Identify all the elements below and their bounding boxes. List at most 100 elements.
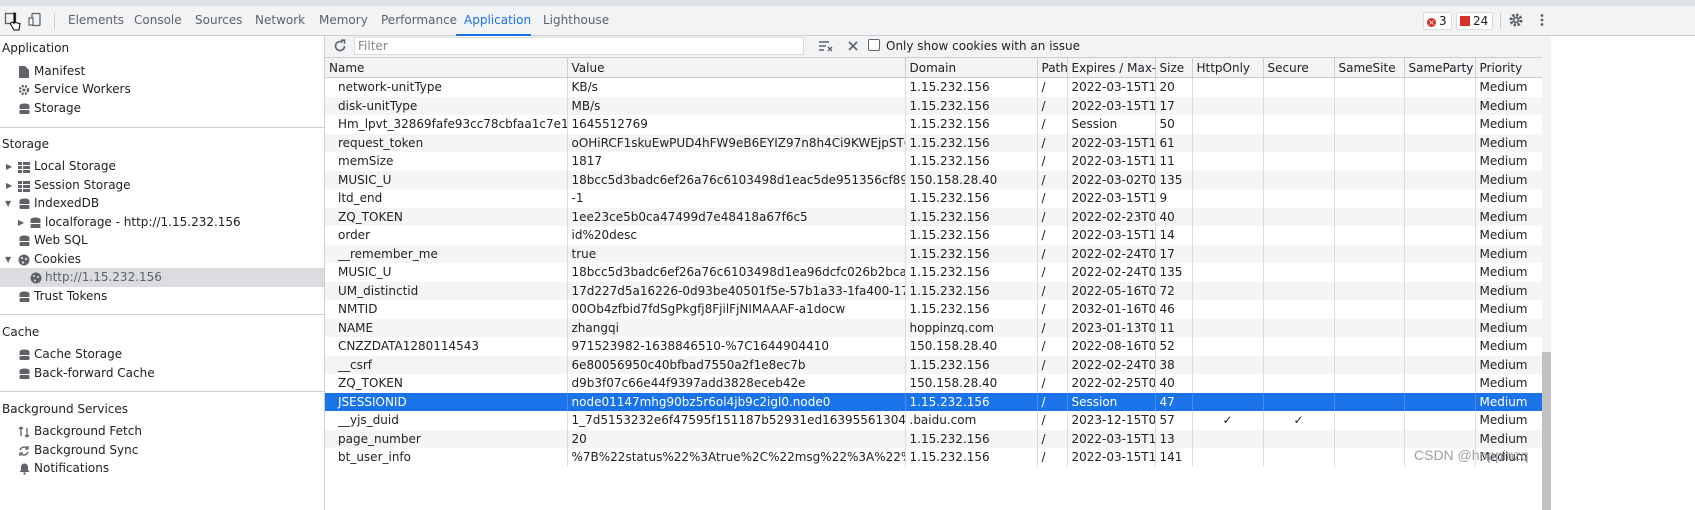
sidebar-item-background-fetch[interactable]: Background Fetch: [0, 422, 324, 441]
cell-secure: [1263, 133, 1335, 152]
cell-sameparty: [1404, 96, 1476, 115]
sidebar-item-back-forward-cache[interactable]: Back-forward Cache: [0, 364, 324, 383]
cell-httponly: [1192, 189, 1264, 208]
cell-sameparty: [1404, 374, 1476, 393]
column-header[interactable]: Name: [325, 58, 568, 78]
cell-size: 40: [1155, 374, 1193, 393]
column-header[interactable]: Expires / Max-...: [1067, 58, 1156, 78]
collapse-arrow-icon[interactable]: ▼: [5, 250, 13, 269]
sidebar-item-cache-storage[interactable]: Cache Storage: [0, 345, 324, 364]
tab-network[interactable]: Network: [247, 6, 307, 36]
issue-count-badge[interactable]: 24: [1456, 12, 1494, 30]
table-row[interactable]: ltd_end-11.15.232.156/2022-03-15T1...9 Me…: [325, 189, 1542, 208]
expand-arrow-icon[interactable]: ▶: [6, 157, 14, 176]
sidebar-item-background-sync[interactable]: Background Sync: [0, 441, 324, 460]
sidebar-item-cookies[interactable]: ▼ Cookies: [0, 250, 324, 269]
error-count-badge[interactable]: × 3: [1423, 12, 1452, 30]
table-row[interactable]: memSize18171.15.232.156/2022-03-15T1...1…: [325, 152, 1542, 171]
settings-gear-icon[interactable]: [1508, 12, 1524, 28]
cookie-icon: [30, 271, 42, 284]
tab-lighthouse[interactable]: Lighthouse: [535, 6, 609, 36]
sidebar-item-label: Local Storage: [34, 159, 116, 173]
sidebar-item-manifest[interactable]: Manifest: [0, 62, 324, 81]
cell-name: page_number: [325, 429, 568, 448]
tab-performance[interactable]: Performance: [373, 6, 457, 36]
table-row[interactable]: JSESSIONID node01147mhg90bz5r6ol4jb9c2igl…: [325, 392, 1542, 411]
cell-size: 135: [1155, 263, 1193, 282]
cell-secure: [1263, 115, 1335, 134]
cell-path: /: [1037, 170, 1068, 189]
sidebar-item-web-sql[interactable]: Web SQL: [0, 231, 324, 250]
table-row[interactable]: bt_user_info %7B%22status%22%3Atrue%2C%22…: [325, 448, 1542, 467]
collapse-arrow-icon[interactable]: ▼: [5, 194, 13, 213]
sidebar-item-notifications[interactable]: Notifications: [0, 459, 324, 478]
table-row[interactable]: Hm_lpvt_32869fafe93cc78cbfaa1c7e10d8cca5…: [325, 115, 1542, 134]
sidebar-item-trust-tokens[interactable]: Trust Tokens: [0, 287, 324, 306]
only-issue-checkbox[interactable]: [868, 39, 881, 55]
tab-elements[interactable]: Elements: [60, 6, 124, 36]
tab-memory[interactable]: Memory: [311, 6, 369, 36]
sidebar-item-indexeddb[interactable]: ▼ IndexedDB: [0, 194, 324, 213]
refresh-icon[interactable]: [333, 39, 347, 56]
sidebar-item-label: Manifest: [34, 64, 86, 78]
table-row[interactable]: NAMEzhangqihoppinzq.com/2023-01-13T0...1…: [325, 318, 1542, 337]
cell-value: node01147mhg90bz5r6ol4jb9c2igl0.node0: [567, 392, 906, 411]
cell-sameparty: [1404, 189, 1476, 208]
table-row[interactable]: __csrf 6e80056950c40bfbad7550a2f1e8ec7b 1.…: [325, 355, 1542, 374]
cell-secure: [1263, 300, 1335, 319]
cell-size: 40: [1155, 207, 1193, 226]
table-row[interactable]: ZQ_TOKEN d9b3f07c66e44f9397add3828eceb42e…: [325, 374, 1542, 393]
delete-all-cookies-icon[interactable]: [846, 39, 860, 56]
table-row[interactable]: network-unitType KB/s 1.15.232.156/2022-03…: [325, 77, 1542, 97]
cell-httponly: [1192, 300, 1264, 319]
column-header[interactable]: SameSite: [1334, 58, 1405, 78]
table-row[interactable]: orderid%20desc1.15.232.156/2022-03-15T1.…: [325, 226, 1542, 245]
tab-application[interactable]: Application: [456, 6, 531, 36]
table-row[interactable]: disk-unitType MB/s 1.15.232.156/2022-03-15…: [325, 96, 1542, 115]
table-scrollbar-thumb[interactable]: [1542, 352, 1551, 510]
cell-sameparty: [1404, 77, 1476, 97]
table-row[interactable]: UM_distinctid 17d227d5a16226-0d93be40501f…: [325, 281, 1542, 300]
table-row[interactable]: page_number201.15.232.156/2022-03-15T1..…: [325, 429, 1542, 448]
column-header[interactable]: Priority: [1475, 58, 1542, 78]
sidebar-item-storage-overview[interactable]: Storage: [0, 99, 324, 118]
column-header[interactable]: Secure: [1263, 58, 1335, 78]
tab-console[interactable]: Console: [126, 6, 184, 36]
table-row[interactable]: MUSIC_U 18bcc5d3badc6ef26a76c6103498d1ea9…: [325, 263, 1542, 282]
sidebar-item-cookie-origin[interactable]: http://1.15.232.156: [0, 268, 324, 287]
cookies-table: NameValueDomainPathExpires / Max-...Size…: [325, 58, 1542, 467]
cell-sameparty: [1404, 429, 1476, 448]
filter-input[interactable]: [354, 37, 804, 55]
cell-value: id%20desc: [567, 226, 906, 245]
sidebar-divider: [0, 127, 324, 128]
column-header[interactable]: Domain: [905, 58, 1038, 78]
table-row[interactable]: __yjs_duid 1_7d5153232e6f47595f151187b529…: [325, 411, 1542, 430]
expand-arrow-icon[interactable]: ▶: [18, 213, 26, 232]
cell-value: oOHiRCF1skuEwPUD4hFW9eB6EYIZ97n8h4Ci9KWE…: [567, 133, 906, 152]
column-header[interactable]: Path: [1037, 58, 1068, 78]
more-options-icon[interactable]: [1534, 12, 1550, 28]
table-row[interactable]: __remember_me true 1.15.232.156/2022-02-24…: [325, 244, 1542, 263]
device-toolbar-icon[interactable]: [27, 12, 43, 28]
sidebar-item-local-storage[interactable]: ▶ Local Storage: [0, 157, 324, 176]
sidebar-item-localforage[interactable]: ▶ localforage - http://1.15.232.156: [0, 213, 324, 232]
cell-sameparty: [1404, 318, 1476, 337]
cell-size: 141: [1155, 448, 1193, 467]
column-header[interactable]: HttpOnly: [1192, 58, 1264, 78]
column-header[interactable]: Value: [567, 58, 906, 78]
table-row[interactable]: request_token oOHiRCF1skuEwPUD4hFW9eB6EYI…: [325, 133, 1542, 152]
clear-filtered-cookies-icon[interactable]: [818, 39, 834, 56]
table-row[interactable]: ZQ_TOKEN 1ee23ce5b0ca47499d7e48418a67f6c5…: [325, 207, 1542, 226]
table-row[interactable]: NMTID 00Ob4zfbid7fdSgPkgfj8FjilFjNIMAAAF-…: [325, 300, 1542, 319]
expand-arrow-icon[interactable]: ▶: [6, 176, 14, 195]
column-header[interactable]: SameParty: [1404, 58, 1476, 78]
cell-httponly: [1192, 263, 1264, 282]
cell-domain: 1.15.232.156: [905, 263, 1038, 282]
column-header[interactable]: Size: [1155, 58, 1193, 78]
sidebar-item-session-storage[interactable]: ▶ Session Storage: [0, 176, 324, 195]
table-row[interactable]: MUSIC_U 18bcc5d3badc6ef26a76c6103498d1eac…: [325, 170, 1542, 189]
tab-sources[interactable]: Sources: [187, 6, 244, 36]
cell-samesite: [1334, 226, 1405, 245]
sidebar-item-service-workers[interactable]: Service Workers: [0, 80, 324, 99]
table-row[interactable]: CNZZDATA1280114543 971523982-1638846510-%…: [325, 337, 1542, 356]
